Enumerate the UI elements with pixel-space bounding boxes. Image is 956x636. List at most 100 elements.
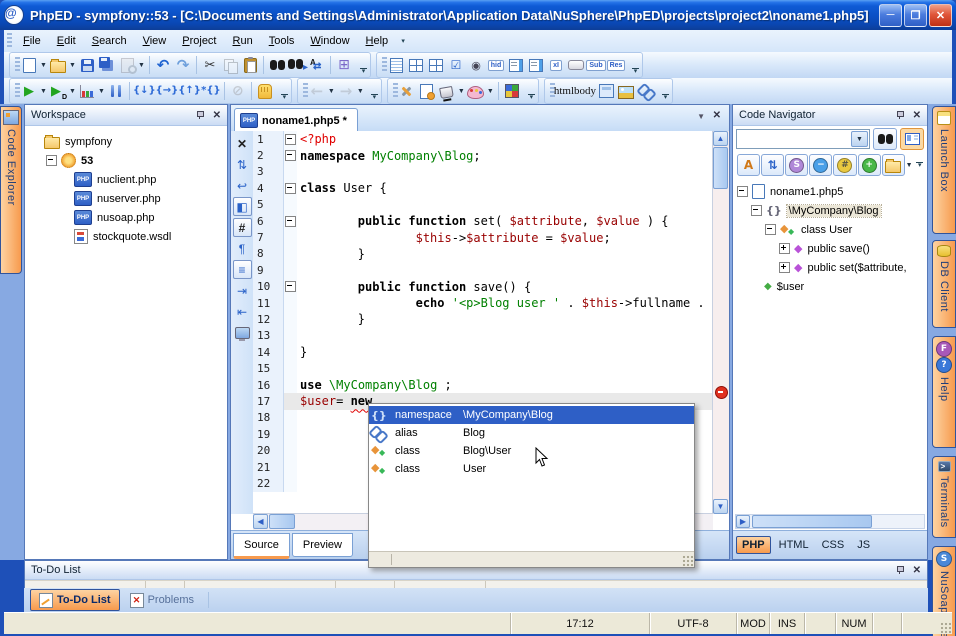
- toolbar-paste[interactable]: [240, 55, 260, 75]
- menu-item-search[interactable]: Search: [84, 32, 135, 50]
- dropdown-arrow-icon[interactable]: ▼: [68, 88, 77, 95]
- public-members-button[interactable]: +: [858, 154, 881, 176]
- dropdown-arrow-icon[interactable]: ▼: [137, 62, 146, 69]
- toolbar-forward[interactable]: →: [336, 81, 356, 101]
- navigator-tab-php[interactable]: PHP: [736, 536, 771, 554]
- scrollbar-thumb[interactable]: [713, 147, 728, 189]
- panel-tab-problems[interactable]: Problems: [122, 590, 202, 610]
- toolbar-copy[interactable]: [220, 55, 240, 75]
- toolbar-cut[interactable]: ✂: [200, 55, 220, 75]
- toolbar-save[interactable]: [77, 55, 97, 75]
- editor-view-tab-source[interactable]: Source: [233, 533, 290, 559]
- toolbar-overflow-chevron[interactable]: [631, 68, 640, 74]
- toolbar-edit-field[interactable]: xI: [546, 55, 566, 75]
- editor-view-tab-preview[interactable]: Preview: [292, 533, 353, 557]
- dropdown-arrow-icon[interactable]: ▼: [905, 162, 914, 169]
- toolbar-reset-button[interactable]: Res: [606, 55, 626, 75]
- toolbar-body-tag[interactable]: body: [574, 81, 596, 101]
- menu-item-project[interactable]: Project: [174, 32, 224, 50]
- menu-item-window[interactable]: Window: [302, 32, 357, 50]
- autocomplete-item[interactable]: {}namespace\MyCompany\Blog: [369, 406, 694, 424]
- tab-list-dropdown-icon[interactable]: ▼: [697, 112, 705, 121]
- tree-expander-icon[interactable]: [46, 155, 57, 166]
- tree-expander-icon[interactable]: [765, 224, 776, 235]
- dock-tab-db-client[interactable]: DB Client: [932, 240, 956, 328]
- scrollbar-thumb[interactable]: [752, 515, 872, 528]
- dropdown-arrow-icon[interactable]: ▼: [97, 88, 106, 95]
- toolbar-overflow-chevron[interactable]: [359, 68, 368, 74]
- editor-close-icon[interactable]: ✕: [713, 110, 721, 121]
- toolbar-run-in-debugger[interactable]: ▶: [48, 81, 68, 101]
- minimize-button[interactable]: ─: [879, 4, 902, 27]
- close-icon[interactable]: ✕: [913, 110, 921, 121]
- tree-item[interactable]: ◆$user: [737, 277, 927, 296]
- sort-alphabetically-button[interactable]: A: [737, 154, 760, 176]
- pin-icon[interactable]: [196, 110, 205, 120]
- menu-item-edit[interactable]: Edit: [49, 32, 84, 50]
- dropdown-arrow-icon[interactable]: ▼: [356, 88, 365, 95]
- dropdown-arrow-icon[interactable]: ▼: [39, 62, 48, 69]
- toolbar-step-over[interactable]: {→}: [156, 81, 179, 101]
- find-button[interactable]: [873, 128, 897, 150]
- toolbar-profiler[interactable]: [77, 81, 97, 101]
- scroll-left-icon[interactable]: ◀: [253, 514, 268, 529]
- navigator-tab-js[interactable]: JS: [852, 537, 875, 553]
- toolbar-push-button[interactable]: [566, 55, 586, 75]
- toolbar-find-next[interactable]: ▸: [287, 55, 307, 75]
- toolbar-text-field[interactable]: [406, 55, 426, 75]
- split-editor-button[interactable]: ⇅: [233, 155, 252, 174]
- scroll-up-icon[interactable]: ▲: [713, 131, 728, 146]
- menu-overflow-chevron[interactable]: ▾: [398, 40, 408, 43]
- toolbar-step-out[interactable]: {↑}: [178, 81, 201, 101]
- toolbar-pause[interactable]: [106, 81, 126, 101]
- chevron-down-icon[interactable]: ▼: [851, 131, 868, 147]
- toolbar-run-to-cursor[interactable]: *{}: [201, 81, 221, 101]
- toolbar-fill-color[interactable]: [437, 81, 457, 101]
- toolbar-overflow-chevron[interactable]: [280, 94, 289, 100]
- toolbar-frames[interactable]: [596, 81, 616, 101]
- toolbar-overflow-chevron[interactable]: [527, 94, 536, 100]
- close-button[interactable]: ✕: [233, 134, 252, 153]
- dock-tab-help[interactable]: F?Help: [932, 336, 956, 448]
- toolbar-deploy[interactable]: [417, 81, 437, 101]
- collapse-gutter-button[interactable]: ◧: [233, 197, 252, 216]
- toolbar-undo[interactable]: ↶: [153, 55, 173, 75]
- navigator-horizontal-scrollbar[interactable]: ◀ ▶: [735, 514, 925, 529]
- word-wrap-button[interactable]: ↩: [233, 176, 252, 195]
- menu-item-view[interactable]: View: [135, 32, 175, 50]
- tree-item[interactable]: 53: [31, 151, 225, 170]
- toolbar-redo[interactable]: ↷: [173, 55, 193, 75]
- indent-guides-button[interactable]: ≡: [233, 260, 252, 279]
- toolbar-hidden-field[interactable]: hid: [486, 55, 506, 75]
- panel-view-toggle[interactable]: [900, 128, 924, 150]
- toolbar-form[interactable]: [386, 55, 406, 75]
- dropdown-arrow-icon[interactable]: ▼: [39, 88, 48, 95]
- tree-expander-icon[interactable]: [751, 205, 762, 216]
- toolbar-run[interactable]: ▶: [19, 81, 39, 101]
- tree-item[interactable]: ◆public save(): [737, 239, 927, 258]
- panel-tab-to-do-list[interactable]: To-Do List: [30, 589, 120, 611]
- toolbar-insert-link[interactable]: [636, 81, 656, 101]
- toolbar-overflow-chevron[interactable]: [661, 94, 670, 100]
- tree-expander-icon[interactable]: [737, 186, 748, 197]
- scrollbar-thumb[interactable]: [269, 514, 295, 529]
- autocomplete-item[interactable]: aliasBlog: [369, 424, 694, 442]
- dock-tab-terminals[interactable]: Terminals: [932, 456, 956, 538]
- search-input[interactable]: ▼: [736, 129, 870, 149]
- close-icon[interactable]: ✕: [913, 565, 921, 576]
- fold-collapse-icon[interactable]: [285, 216, 296, 227]
- toolbar-checkbox[interactable]: ☑: [446, 55, 466, 75]
- toolbar-open-folder[interactable]: [48, 55, 68, 75]
- scroll-right-icon[interactable]: ▶: [736, 515, 750, 528]
- navigator-tab-css[interactable]: CSS: [817, 537, 850, 553]
- tree-expander-icon[interactable]: [779, 243, 790, 254]
- menu-item-file[interactable]: File: [15, 32, 49, 50]
- tree-item[interactable]: nuclient.php: [31, 170, 225, 189]
- maximize-button[interactable]: ❐: [904, 4, 927, 27]
- title-bar[interactable]: @ PhpED - sympfony::53 - [C:\Documents a…: [0, 0, 956, 30]
- status-resize[interactable]: [901, 613, 952, 634]
- private-members-button[interactable]: −: [809, 154, 832, 176]
- sort-by-type-button[interactable]: ⇅: [761, 154, 784, 176]
- toolbar-listbox[interactable]: [526, 55, 546, 75]
- toolbar-textarea[interactable]: [506, 55, 526, 75]
